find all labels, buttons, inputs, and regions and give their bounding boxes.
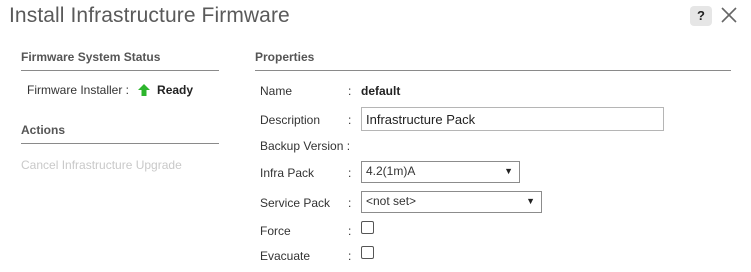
dropdown-arrow-icon: ▼ — [526, 196, 535, 206]
properties-panel: Properties Name : default Description : … — [255, 50, 731, 263]
infra-pack-colon: : — [348, 166, 352, 180]
service-pack-colon: : — [348, 196, 352, 210]
evacuate-checkbox[interactable] — [361, 246, 374, 259]
description-input[interactable] — [361, 107, 664, 131]
left-panel: Firmware System Status Firmware Installe… — [21, 50, 219, 172]
close-button[interactable] — [718, 4, 740, 26]
description-label: Description — [260, 113, 321, 127]
infra-pack-selected-value: 4.2(1m)A — [366, 164, 416, 178]
force-checkbox[interactable] — [361, 221, 374, 234]
infra-pack-select[interactable]: 4.2(1m)A ▼ — [361, 161, 520, 183]
service-pack-select[interactable]: <not set> ▼ — [361, 191, 542, 213]
name-value: default — [361, 84, 401, 98]
service-pack-label: Service Pack — [260, 196, 331, 210]
force-label: Force — [260, 224, 291, 238]
cancel-infrastructure-upgrade-link: Cancel Infrastructure Upgrade — [21, 158, 182, 172]
infra-pack-label: Infra Pack — [260, 166, 315, 180]
help-button[interactable]: ? — [690, 6, 712, 26]
name-label: Name — [260, 84, 293, 98]
close-icon — [721, 7, 737, 23]
dropdown-arrow-icon: ▼ — [504, 166, 513, 176]
evacuate-label: Evacuate — [260, 249, 311, 263]
firmware-installer-status-value: Ready — [157, 83, 194, 97]
evacuate-colon: : — [348, 249, 352, 263]
firmware-status-header: Firmware System Status — [21, 50, 219, 71]
arrow-up-icon — [138, 84, 151, 96]
backup-version-label: Backup Version : — [260, 139, 351, 153]
force-colon: : — [348, 224, 352, 238]
actions-header: Actions — [21, 123, 219, 144]
firmware-installer-status: Firmware Installer : Ready — [21, 83, 219, 97]
description-colon: : — [348, 113, 352, 127]
firmware-installer-label: Firmware Installer : — [27, 83, 130, 97]
name-colon: : — [348, 84, 352, 98]
service-pack-selected-value: <not set> — [366, 194, 417, 208]
dialog-title: Install Infrastructure Firmware — [9, 4, 290, 27]
